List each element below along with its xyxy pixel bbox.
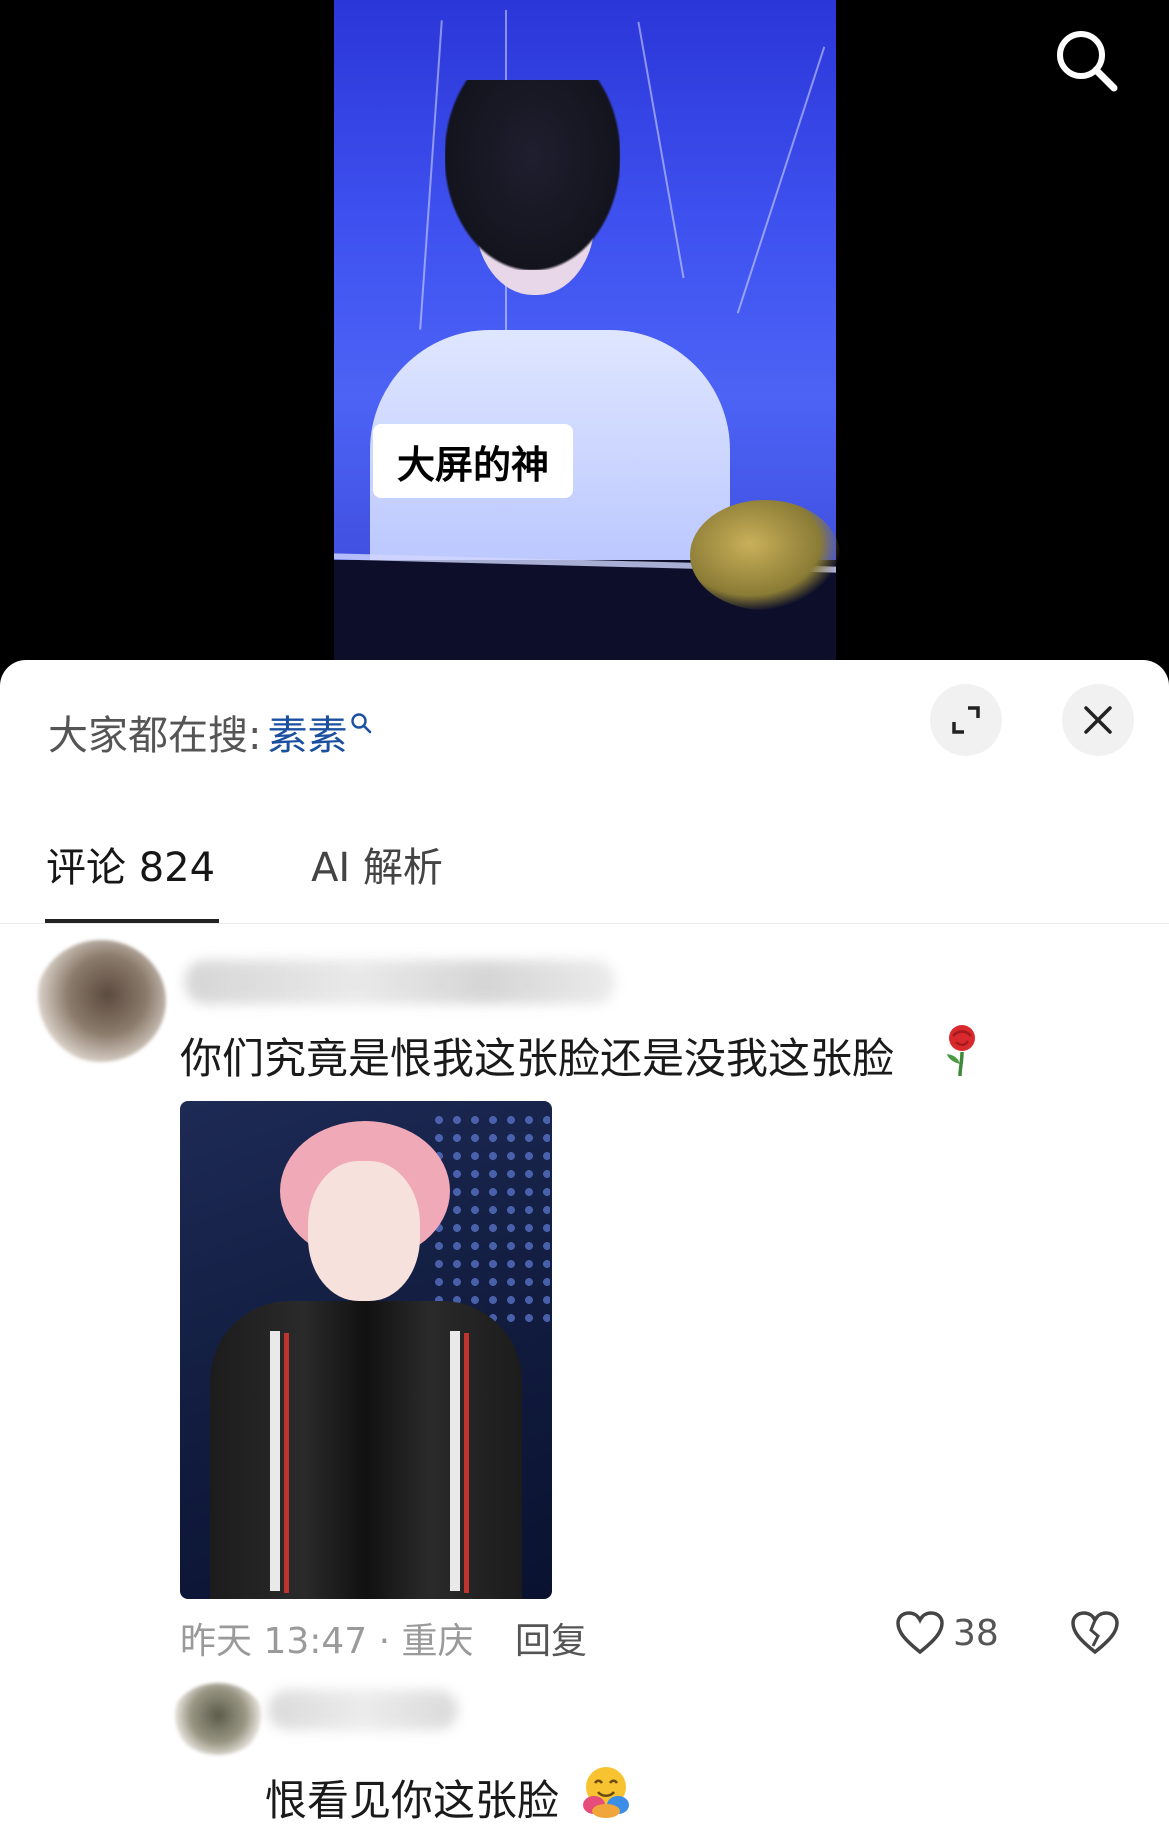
expand-icon: [952, 706, 980, 734]
photo-jacket-trim: [464, 1333, 469, 1593]
photo-jacket-stripe: [450, 1331, 460, 1591]
photo-background-lights: [430, 1111, 550, 1331]
heart-icon: [896, 1611, 944, 1655]
sheet-tabs: 评论 824 AI 解析: [46, 835, 539, 915]
close-icon: [1084, 706, 1112, 734]
lightstick-blur: [690, 500, 840, 610]
trending-search[interactable]: 大家都在搜: 素素: [48, 703, 373, 761]
video-player[interactable]: 大屏的神: [0, 0, 1169, 680]
search-button[interactable]: [1048, 22, 1128, 102]
tabs-divider: [0, 923, 1169, 924]
tab-comments[interactable]: 评论 824: [46, 835, 215, 915]
dislike-button[interactable]: [1070, 1610, 1120, 1660]
dislike-icon: [1071, 1611, 1119, 1655]
username-redacted: [185, 960, 615, 1004]
rose-emoji: [947, 1025, 975, 1077]
like-button[interactable]: 38: [895, 1610, 999, 1656]
reply-username-redacted: [268, 1690, 458, 1730]
hug-emoji: [583, 1767, 629, 1818]
expand-button[interactable]: [930, 684, 1002, 756]
photo-face: [308, 1161, 420, 1301]
avatar[interactable]: [36, 940, 166, 1062]
tab-ai-analysis[interactable]: AI 解析: [311, 835, 443, 915]
search-icon: [1057, 31, 1118, 92]
trending-prefix: 大家都在搜:: [48, 713, 262, 759]
close-button[interactable]: [1062, 684, 1134, 756]
video-caption: 大屏的神: [373, 424, 573, 498]
photo-jacket-stripe: [270, 1331, 280, 1591]
mini-search-icon: [351, 713, 372, 734]
photo-jacket: [210, 1301, 522, 1599]
reply-avatar[interactable]: [172, 1683, 264, 1755]
performer-hair: [445, 80, 620, 270]
comment-text: 你们究竟是恨我这张脸还是没我这张脸: [180, 1034, 895, 1083]
like-count: 38: [953, 1612, 999, 1654]
comment-image[interactable]: [180, 1101, 552, 1599]
comment-meta: 昨天 13:47 · 重庆: [180, 1621, 474, 1662]
reply-button[interactable]: 回复: [515, 1612, 587, 1664]
trending-keyword[interactable]: 素素: [267, 703, 347, 761]
photo-jacket-trim: [284, 1333, 289, 1593]
reply-text: 恨看见你这张脸: [265, 1776, 560, 1825]
